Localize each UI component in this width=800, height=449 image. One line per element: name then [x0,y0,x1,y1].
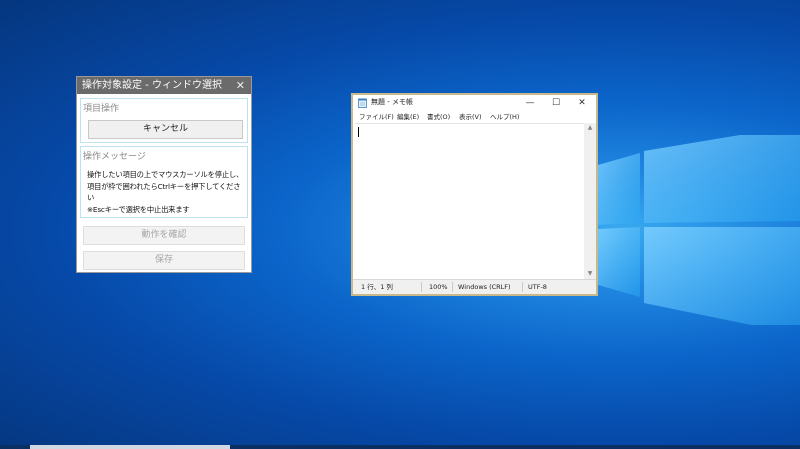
dialog-title: 操作対象設定 - ウィンドウ選択 [82,80,222,91]
minimize-icon[interactable]: — [517,95,543,111]
close-icon[interactable]: ✕ [569,95,595,111]
notepad-app-icon [358,98,367,108]
scroll-up-icon[interactable]: ▲ [584,123,596,133]
close-icon[interactable]: ✕ [236,77,245,94]
status-line-ending: Windows (CRLF) [458,283,511,291]
maximize-icon[interactable]: ☐ [543,95,569,111]
desktop: 操作対象設定 - ウィンドウ選択 ✕ 項目操作 キャンセル 操作メッセージ 操作… [0,0,800,449]
message-group: 操作メッセージ 操作したい項目の上でマウスカーソルを停止し、 項目が枠で囲われた… [80,146,248,218]
menu-file[interactable]: ファイル(F) [359,111,394,123]
operation-message: 操作したい項目の上でマウスカーソルを停止し、 項目が枠で囲われたらCtrlキーを… [87,169,247,215]
status-zoom: 100% [429,283,448,291]
menu-edit[interactable]: 編集(E) [397,111,419,123]
notepad-window: 無題 - メモ帳 — ☐ ✕ ファイル(F) 編集(E) 書式(O) 表示(V)… [351,93,598,296]
status-cursor-position: 1 行、1 列 [361,283,393,291]
notepad-text-area[interactable] [355,123,584,279]
status-separator [452,282,453,292]
status-encoding: UTF-8 [528,283,547,291]
status-separator [522,282,523,292]
menu-view[interactable]: 表示(V) [459,111,482,123]
message-line-1: 操作したい項目の上でマウスカーソルを停止し、 [87,170,244,179]
notepad-statusbar: 1 行、1 列 100% Windows (CRLF) UTF-8 [353,279,596,294]
taskbar-active-item[interactable] [30,445,230,449]
text-caret [358,127,359,137]
operation-group-label: 項目操作 [83,104,120,114]
message-line-2: 項目が枠で囲われたらCtrlキーを押下してください [87,181,241,203]
menu-help[interactable]: ヘルプ(H) [490,111,519,123]
status-separator [421,282,422,292]
vertical-scrollbar[interactable]: ▲ ▼ [584,123,596,279]
confirm-action-button[interactable]: 動作を確認 [83,226,245,245]
save-button[interactable]: 保存 [83,251,245,270]
dialog-titlebar[interactable]: 操作対象設定 - ウィンドウ選択 ✕ [77,77,251,94]
window-select-dialog: 操作対象設定 - ウィンドウ選択 ✕ 項目操作 キャンセル 操作メッセージ 操作… [76,76,252,273]
scroll-down-icon[interactable]: ▼ [584,269,596,279]
notepad-menubar: ファイル(F) 編集(E) 書式(O) 表示(V) ヘルプ(H) [353,111,596,123]
menu-format[interactable]: 書式(O) [427,111,450,123]
message-group-label: 操作メッセージ [83,152,146,162]
operation-group: 項目操作 キャンセル [80,98,248,143]
message-line-3: ※Escキーで選択を中止出来ます [87,204,190,214]
notepad-title: 無題 - メモ帳 [371,98,413,106]
notepad-titlebar[interactable]: 無題 - メモ帳 — ☐ ✕ [353,95,596,111]
cancel-button[interactable]: キャンセル [88,120,243,139]
